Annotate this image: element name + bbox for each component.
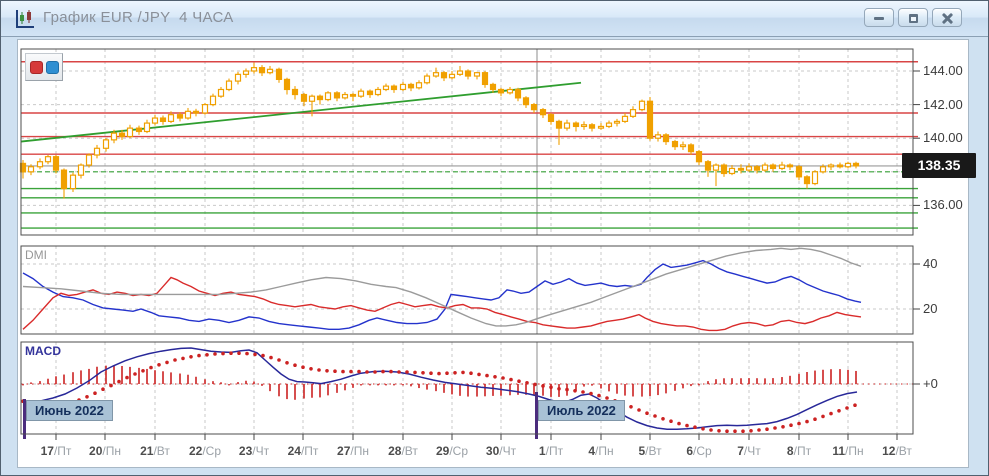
date-weekday: /Вт [401, 444, 417, 458]
date-label: 22/Ср [189, 444, 221, 458]
date-weekday: /Пт [301, 444, 318, 458]
date-number: 22 [189, 444, 202, 458]
date-number: 1 [539, 444, 546, 458]
date-number: 8 [787, 444, 794, 458]
dmi-axis-label: 20 [923, 301, 975, 317]
date-number: 7 [737, 444, 744, 458]
date-weekday: /Пт [54, 444, 71, 458]
date-number: 6 [686, 444, 693, 458]
date-label: 23/Чт [239, 444, 269, 458]
restore-button[interactable] [898, 8, 928, 27]
date-label: 28/Вт [388, 444, 418, 458]
date-number: 24 [288, 444, 301, 458]
dmi-indicator-label: DMI [25, 248, 47, 262]
chart-window: График EUR /JPY 4 ЧАСА DMI MACD 144.0014… [0, 0, 989, 476]
date-label: 7/Чт [737, 444, 761, 458]
date-label: 1/Пт [539, 444, 563, 458]
date-weekday: /Пн [350, 444, 369, 458]
date-weekday: /Ср [449, 444, 468, 458]
price-label: 136.00 [923, 197, 975, 213]
date-label: 20/Пн [89, 444, 121, 458]
date-label: 6/Ср [686, 444, 711, 458]
date-number: 5 [638, 444, 645, 458]
date-number: 20 [89, 444, 102, 458]
date-label: 12/Вт [882, 444, 912, 458]
price-label: 144.00 [923, 63, 975, 79]
date-number: 28 [388, 444, 401, 458]
date-weekday: /Вт [153, 444, 169, 458]
date-label: 4/Пн [588, 444, 613, 458]
date-number: 30 [486, 444, 499, 458]
date-number: 4 [588, 444, 595, 458]
date-weekday: /Пн [102, 444, 121, 458]
month-label: Июль 2022 [538, 400, 625, 421]
date-weekday: /Ср [202, 444, 221, 458]
minimize-icon [874, 17, 884, 20]
date-weekday: /Чт [744, 444, 761, 458]
macd-indicator-label: MACD [25, 344, 61, 358]
date-weekday: /Ср [693, 444, 712, 458]
date-weekday: /Чт [252, 444, 269, 458]
restore-icon [909, 14, 918, 23]
date-label: 21/Вт [140, 444, 170, 458]
date-number: 29 [436, 444, 449, 458]
date-number: 21 [140, 444, 153, 458]
date-number: 11 [832, 444, 845, 458]
date-weekday: /Пт [546, 444, 563, 458]
style-button-blue-style[interactable] [46, 61, 59, 74]
date-number: 17 [41, 444, 54, 458]
date-weekday: /Пт [794, 444, 811, 458]
close-button[interactable] [932, 8, 962, 27]
candlestick-chart-icon [14, 8, 36, 30]
window-controls [864, 8, 962, 27]
date-label: 24/Пт [288, 444, 319, 458]
date-label: 30/Чт [486, 444, 516, 458]
price-label: 142.00 [923, 97, 975, 113]
date-label: 29/Ср [436, 444, 468, 458]
date-weekday: /Вт [895, 444, 911, 458]
titlebar: График EUR /JPY 4 ЧАСА [1, 1, 988, 37]
date-number: 23 [239, 444, 252, 458]
chart-surface [17, 39, 969, 468]
macd-axis-label: +0 [923, 376, 975, 392]
month-label: Июнь 2022 [26, 400, 113, 421]
style-button-red-style[interactable] [30, 61, 43, 74]
date-label: 5/Вт [638, 444, 661, 458]
minimize-button[interactable] [864, 8, 894, 27]
date-label: 11/Пн [832, 444, 863, 458]
date-number: 27 [337, 444, 350, 458]
date-label: 27/Пн [337, 444, 369, 458]
chart-style-legend [25, 53, 63, 81]
date-weekday: /Пн [845, 444, 864, 458]
window-title: График EUR /JPY 4 ЧАСА [43, 9, 234, 26]
date-weekday: /Пн [595, 444, 614, 458]
date-weekday: /Вт [645, 444, 661, 458]
date-weekday: /Чт [499, 444, 516, 458]
price-label: 140.00 [923, 130, 975, 146]
date-label: 17/Пт [41, 444, 72, 458]
date-label: 8/Пт [787, 444, 811, 458]
current-price-badge: 138.35 [902, 153, 976, 178]
date-number: 12 [882, 444, 895, 458]
dmi-axis-label: 40 [923, 256, 975, 272]
